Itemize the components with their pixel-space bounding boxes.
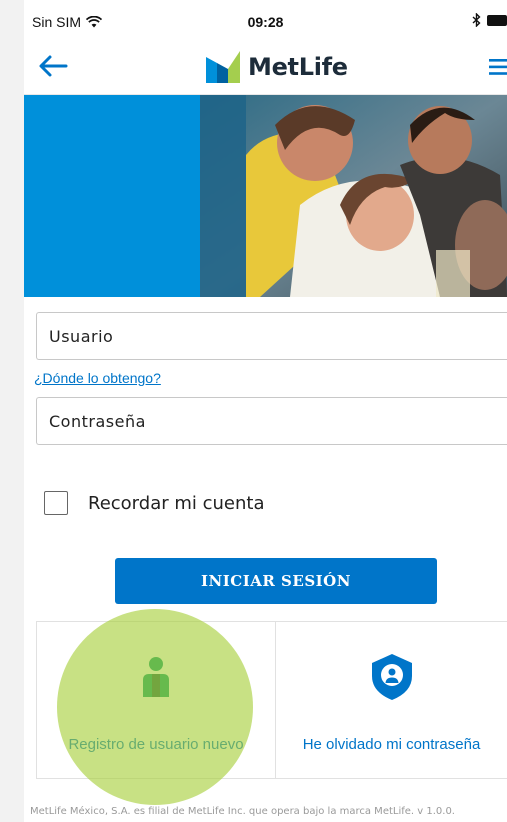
status-bar: Sin SIM 09:28 bbox=[24, 0, 507, 40]
bluetooth-icon bbox=[472, 13, 481, 27]
arrow-left-icon[interactable] bbox=[38, 54, 68, 78]
account-actions: Registro de usuario nuevo He olvidado mi… bbox=[36, 621, 507, 779]
nav-bar: MetLife bbox=[24, 40, 507, 95]
password-field[interactable]: Contraseña bbox=[36, 397, 507, 445]
remember-account-row[interactable]: Recordar mi cuenta bbox=[36, 491, 507, 515]
forgot-password-card[interactable]: He olvidado mi contraseña bbox=[276, 622, 507, 778]
new-user-icon bbox=[143, 657, 169, 697]
username-field[interactable]: Usuario bbox=[36, 312, 507, 360]
shield-user-icon bbox=[371, 654, 412, 700]
metlife-logo-icon bbox=[206, 51, 240, 83]
forgot-password-label: He olvidado mi contraseña bbox=[302, 736, 481, 753]
card-icon-wrap bbox=[371, 654, 412, 700]
where-to-get-link[interactable]: ¿Dónde lo obtengo? bbox=[34, 370, 161, 386]
login-form: Usuario ¿Dónde lo obtengo? Contraseña Re… bbox=[24, 312, 507, 604]
card-icon-wrap bbox=[143, 654, 169, 700]
brand-name: MetLife bbox=[248, 53, 348, 81]
username-placeholder: Usuario bbox=[49, 326, 114, 346]
register-new-user-card[interactable]: Registro de usuario nuevo bbox=[37, 622, 276, 778]
battery-icon bbox=[487, 14, 507, 26]
hero-banner bbox=[24, 95, 507, 297]
footer-disclaimer: MetLife México, S.A. es filial de MetLif… bbox=[30, 806, 455, 817]
status-time: 09:28 bbox=[247, 14, 284, 30]
register-new-user-label: Registro de usuario nuevo bbox=[68, 736, 244, 753]
remember-label: Recordar mi cuenta bbox=[88, 492, 265, 514]
metlife-logo: MetLife bbox=[206, 51, 348, 83]
status-right bbox=[472, 13, 507, 27]
family-photo bbox=[200, 95, 507, 297]
remember-checkbox[interactable] bbox=[44, 491, 68, 515]
hamburger-menu-icon[interactable] bbox=[489, 58, 507, 76]
login-button[interactable]: INICIAR SESIÓN bbox=[115, 558, 437, 604]
app-screen: Sin SIM 09:28 MetLife Usuario ¿Dónde lo … bbox=[24, 0, 507, 822]
password-placeholder: Contraseña bbox=[49, 411, 146, 431]
